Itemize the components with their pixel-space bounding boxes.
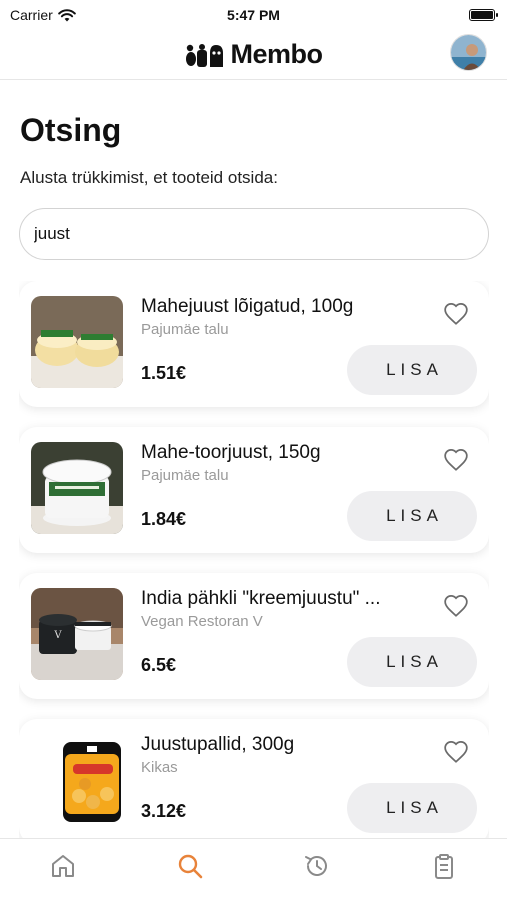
product-card[interactable]: Mahejuust lõigatud, 100g Pajumäe talu 1.… (19, 281, 489, 407)
tab-bar (0, 838, 507, 900)
svg-text:V: V (53, 630, 62, 641)
home-icon (52, 855, 75, 877)
product-price: 1.51€ (141, 363, 187, 383)
product-image-cream-cheese (31, 442, 123, 534)
tab-search[interactable] (170, 852, 210, 886)
product-card[interactable]: V India pähkli "kreemjuustu" ... Vegan R… (19, 573, 489, 699)
page-title: Otsing (20, 112, 122, 148)
product-name[interactable]: Mahejuust lõigatud, 100g (141, 296, 421, 318)
status-time: 5:47 PM (227, 7, 280, 23)
product-name[interactable]: Mahe-toorjuust, 150g (141, 442, 421, 464)
product-card[interactable]: Mahe-toorjuust, 150g Pajumäe talu 1.84€ … (19, 427, 489, 553)
search-input[interactable] (19, 208, 489, 260)
status-left: Carrier (10, 7, 76, 23)
heart-outline-icon[interactable] (443, 739, 469, 765)
tab-orders[interactable] (424, 852, 464, 886)
battery-icon (469, 9, 498, 21)
tab-history[interactable] (297, 852, 337, 886)
history-icon (304, 856, 327, 876)
membo-logo (185, 43, 223, 67)
product-seller: Vegan Restoran V (141, 613, 263, 630)
carrier-label: Carrier (10, 7, 53, 23)
product-seller: Kikas (141, 759, 178, 776)
heart-outline-icon[interactable] (443, 447, 469, 473)
product-image-cheese-balls (31, 734, 123, 826)
status-bar: Carrier 5:47 PM (0, 0, 507, 30)
add-to-cart-button[interactable]: LISA (347, 491, 477, 541)
add-to-cart-button[interactable]: LISA (347, 783, 477, 833)
heart-outline-icon[interactable] (443, 593, 469, 619)
avatar-image (451, 35, 486, 70)
add-to-cart-button[interactable]: LISA (347, 345, 477, 395)
brand[interactable]: Membo (185, 39, 323, 70)
product-seller: Pajumäe talu (141, 321, 229, 338)
clipboard-icon (434, 854, 453, 879)
brand-name: Membo (230, 39, 324, 69)
search-icon (178, 854, 203, 879)
product-price: 1.84€ (141, 509, 187, 529)
heart-outline-icon[interactable] (443, 301, 469, 327)
user-avatar[interactable] (450, 34, 487, 71)
results-list[interactable]: Mahejuust lõigatud, 100g Pajumäe talu 1.… (19, 281, 489, 838)
add-to-cart-button[interactable]: LISA (347, 637, 477, 687)
wifi-icon (57, 8, 76, 21)
app-header: Membo (0, 30, 507, 80)
product-image-cashew-cheese: V (31, 588, 123, 680)
battery-fill (471, 11, 493, 19)
page-subtitle: Alusta trükkimist, et tooteid otsida: (20, 168, 278, 187)
product-card[interactable]: Juustupallid, 300g Kikas 3.12€ LISA (19, 719, 489, 838)
product-seller: Pajumäe talu (141, 467, 229, 484)
product-price: 3.12€ (141, 801, 187, 821)
product-name[interactable]: India pähkli "kreemjuustu" ... (141, 588, 421, 610)
tab-home[interactable] (43, 852, 83, 886)
product-image-cheese-slices (31, 296, 123, 388)
product-name[interactable]: Juustupallid, 300g (141, 734, 421, 756)
product-price: 6.5€ (141, 655, 177, 675)
